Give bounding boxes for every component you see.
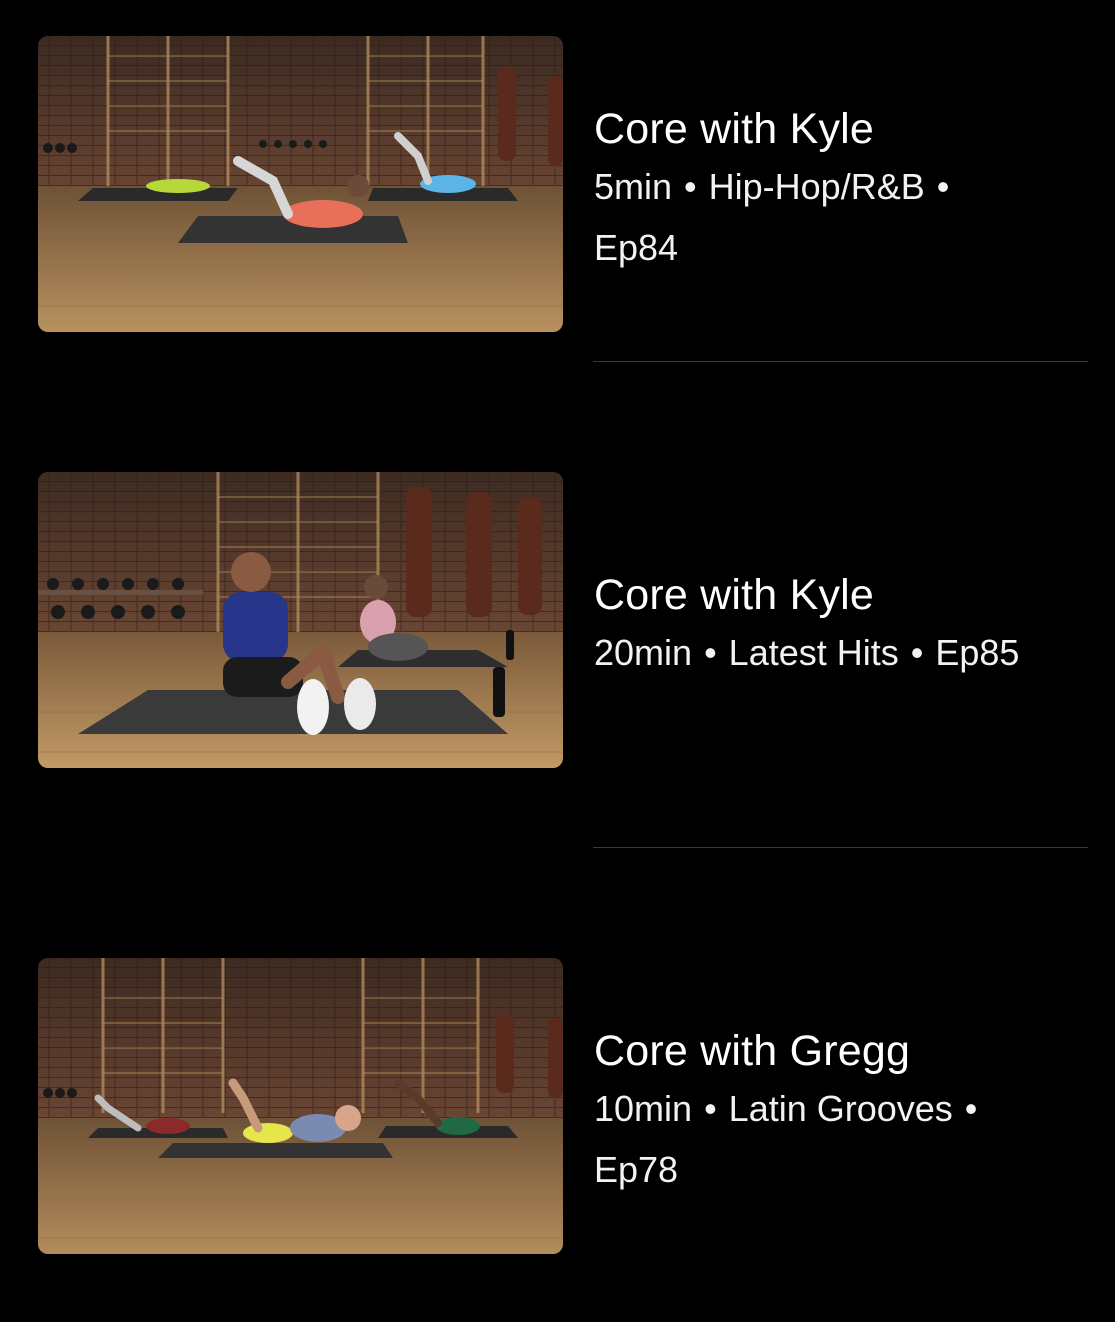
row-divider (593, 847, 1088, 848)
workout-thumbnail-image (38, 472, 563, 768)
workout-thumbnail-image (38, 36, 563, 332)
episode-meta: 20min • Latest Hits • Ep85 (594, 622, 1089, 683)
episode-info: Core with Kyle 5min • Hip-Hop/R&B • Ep84 (594, 102, 1089, 278)
separator-dot: • (964, 1088, 978, 1129)
episode-number: Ep78 (594, 1149, 679, 1190)
episode-row[interactable]: Core with Kyle 5min • Hip-Hop/R&B • Ep84 (0, 36, 1115, 336)
episode-number: Ep84 (594, 227, 679, 268)
row-divider (593, 361, 1088, 362)
separator-dot: • (704, 1088, 717, 1129)
episode-thumbnail[interactable] (38, 36, 563, 332)
separator-dot: • (936, 166, 950, 207)
episode-row[interactable]: Core with Gregg 10min • Latin Grooves • Ep78 (0, 958, 1115, 1258)
separator-dot: • (704, 632, 717, 673)
episode-row[interactable]: Core with Kyle 20min • Latest Hits • Ep85 (0, 472, 1115, 772)
episode-title: Core with Kyle (594, 571, 875, 619)
episode-genre: Latin Grooves (728, 1088, 953, 1129)
episode-duration: 5min (594, 166, 673, 207)
workout-episode-list: Core with Kyle 5min•Hip-Hop/R&B•Ep84 (0, 0, 1115, 1322)
episode-title: Core with Gregg (594, 1027, 911, 1075)
episode-genre: Latest Hits (728, 632, 899, 673)
workout-thumbnail-image (38, 958, 563, 1254)
episode-genre: Hip-Hop/R&B (708, 166, 925, 207)
episode-meta: 5min • Hip-Hop/R&B • Ep84 (594, 156, 1089, 278)
episode-title: Core with Kyle (594, 105, 875, 153)
separator-dot: • (684, 166, 697, 207)
episode-info: Core with Gregg 10min • Latin Grooves • Ep78 (594, 1024, 1089, 1200)
episode-duration: 20min (594, 632, 693, 673)
episode-info: Core with Kyle 20min • Latest Hits • Ep85 (594, 568, 1089, 683)
episode-duration: 10min (594, 1088, 693, 1129)
episode-thumbnail[interactable] (38, 958, 563, 1254)
episode-thumbnail[interactable] (38, 472, 563, 768)
episode-number: Ep85 (935, 632, 1020, 673)
episode-meta: 10min • Latin Grooves • Ep78 (594, 1078, 1089, 1200)
separator-dot: • (910, 632, 924, 673)
